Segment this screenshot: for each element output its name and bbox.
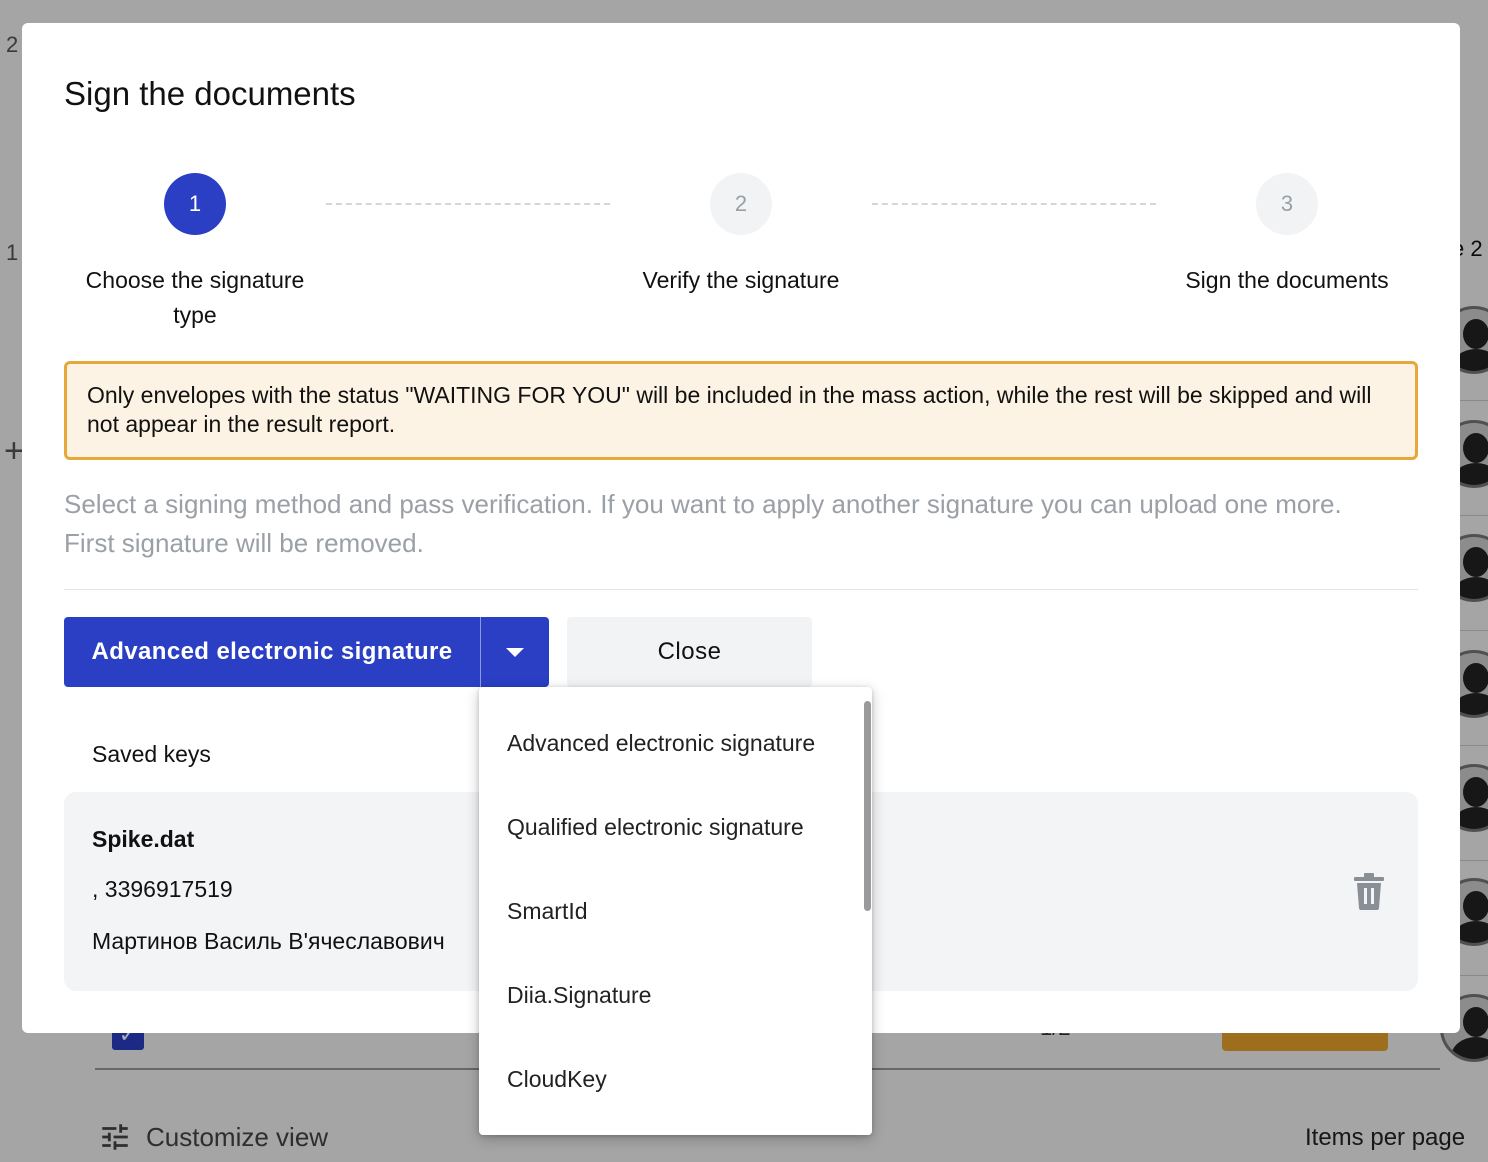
key-file-name: Spike.dat xyxy=(92,826,195,852)
divider xyxy=(64,589,1418,590)
step-connector xyxy=(872,203,1156,205)
step-number: 3 xyxy=(1256,173,1318,235)
menu-scrollbar-thumb[interactable] xyxy=(864,701,871,911)
menu-scrollbar[interactable] xyxy=(858,687,872,1135)
signature-type-split-button: Advanced electronic signature xyxy=(64,617,549,687)
warning-banner: Only envelopes with the status "WAITING … xyxy=(64,361,1418,460)
menu-item-qualified-signature[interactable]: Qualified electronic signature xyxy=(479,785,859,869)
caret-down-icon xyxy=(506,647,524,657)
step-number: 1 xyxy=(164,173,226,235)
signature-type-dropdown-toggle[interactable] xyxy=(480,617,549,687)
menu-item-advanced-signature[interactable]: Advanced electronic signature xyxy=(479,701,859,785)
step-label: Choose the signature type xyxy=(85,267,305,328)
signature-type-menu: Advanced electronic signature Qualified … xyxy=(479,687,872,1135)
saved-keys-heading: Saved keys xyxy=(92,741,211,767)
signature-type-button[interactable]: Advanced electronic signature xyxy=(64,617,480,687)
step-label: Verify the signature xyxy=(642,267,840,293)
step-number: 2 xyxy=(710,173,772,235)
modal-title: Sign the documents xyxy=(64,75,356,112)
key-id: , 3396917519 xyxy=(92,876,233,902)
instruction-text: Select a signing method and pass verific… xyxy=(64,489,1342,558)
stepper: 1 Choose the signature type 2 Verify the… xyxy=(22,173,1460,343)
step-2: 2 Verify the signature xyxy=(601,173,881,298)
menu-item-smartid[interactable]: SmartId xyxy=(479,869,859,953)
close-button[interactable]: Close xyxy=(567,617,812,687)
trash-icon[interactable] xyxy=(1352,872,1386,910)
step-connector xyxy=(326,203,610,205)
key-owner: Мартинов Василь В'ячеславович xyxy=(92,928,445,954)
step-label: Sign the documents xyxy=(1185,267,1389,293)
step-1: 1 Choose the signature type xyxy=(55,173,335,333)
menu-item-diia-signature[interactable]: Diia.Signature xyxy=(479,953,859,1037)
step-3: 3 Sign the documents xyxy=(1147,173,1427,298)
menu-item-cloudkey[interactable]: CloudKey xyxy=(479,1037,859,1121)
